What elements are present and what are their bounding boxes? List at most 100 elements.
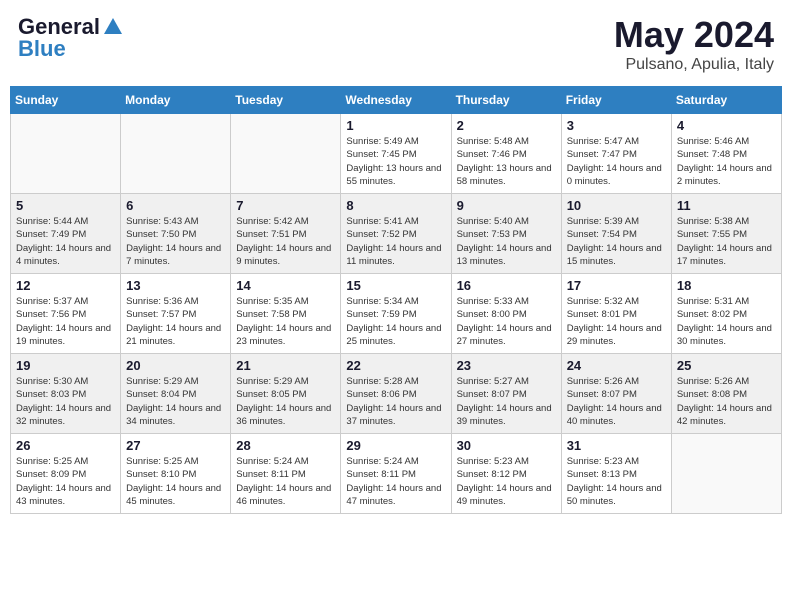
week-row-4: 19 Sunrise: 5:30 AMSunset: 8:03 PMDayligh… <box>11 354 782 434</box>
day-info: Sunrise: 5:28 AMSunset: 8:06 PMDaylight:… <box>346 375 445 428</box>
weekday-header-friday: Friday <box>561 87 671 114</box>
calendar-cell: 18 Sunrise: 5:31 AMSunset: 8:02 PMDayligh… <box>671 274 781 354</box>
calendar-cell: 2 Sunrise: 5:48 AMSunset: 7:46 PMDaylight… <box>451 114 561 194</box>
calendar-cell: 27 Sunrise: 5:25 AMSunset: 8:10 PMDayligh… <box>121 434 231 514</box>
day-info: Sunrise: 5:36 AMSunset: 7:57 PMDaylight:… <box>126 295 225 348</box>
calendar-cell: 3Sunrise: 5:47 AMSunset: 7:47 PMDaylight… <box>561 114 671 194</box>
day-number: 2 <box>457 118 556 133</box>
logo-blue: Blue <box>18 36 66 62</box>
calendar-table: SundayMondayTuesdayWednesdayThursdayFrid… <box>10 86 782 514</box>
day-info: Sunrise: 5:37 AMSunset: 7:56 PMDaylight:… <box>16 295 115 348</box>
title-block: May 2024 Pulsano, Apulia, Italy <box>614 14 774 74</box>
weekday-header-wednesday: Wednesday <box>341 87 451 114</box>
day-number: 1 <box>346 118 445 133</box>
day-info: Sunrise: 5:41 AMSunset: 7:52 PMDaylight:… <box>346 215 445 268</box>
calendar-cell: 8 Sunrise: 5:41 AMSunset: 7:52 PMDaylight… <box>341 194 451 274</box>
day-info: Sunrise: 5:32 AMSunset: 8:01 PMDaylight:… <box>567 295 666 348</box>
day-number: 22 <box>346 358 445 373</box>
week-row-5: 26 Sunrise: 5:25 AMSunset: 8:09 PMDayligh… <box>11 434 782 514</box>
calendar-cell: 11Sunrise: 5:38 AMSunset: 7:55 PMDayligh… <box>671 194 781 274</box>
calendar-cell: 12 Sunrise: 5:37 AMSunset: 7:56 PMDayligh… <box>11 274 121 354</box>
day-number: 28 <box>236 438 335 453</box>
calendar-cell: 21Sunrise: 5:29 AMSunset: 8:05 PMDayligh… <box>231 354 341 434</box>
day-info: Sunrise: 5:26 AMSunset: 8:07 PMDaylight:… <box>567 375 666 428</box>
calendar-cell <box>11 114 121 194</box>
day-info: Sunrise: 5:40 AMSunset: 7:53 PMDaylight:… <box>457 215 556 268</box>
day-number: 6 <box>126 198 225 213</box>
calendar-cell: 4Sunrise: 5:46 AMSunset: 7:48 PMDaylight… <box>671 114 781 194</box>
calendar-cell: 30Sunrise: 5:23 AMSunset: 8:12 PMDayligh… <box>451 434 561 514</box>
calendar-cell: 7 Sunrise: 5:42 AMSunset: 7:51 PMDaylight… <box>231 194 341 274</box>
day-number: 13 <box>126 278 225 293</box>
calendar-cell: 24 Sunrise: 5:26 AMSunset: 8:07 PMDayligh… <box>561 354 671 434</box>
day-number: 14 <box>236 278 335 293</box>
weekday-header-monday: Monday <box>121 87 231 114</box>
day-info: Sunrise: 5:35 AMSunset: 7:58 PMDaylight:… <box>236 295 335 348</box>
weekday-header-sunday: Sunday <box>11 87 121 114</box>
weekday-header-saturday: Saturday <box>671 87 781 114</box>
day-info: Sunrise: 5:25 AMSunset: 8:10 PMDaylight:… <box>126 455 225 508</box>
day-info: Sunrise: 5:31 AMSunset: 8:02 PMDaylight:… <box>677 295 776 348</box>
month-title: May 2024 <box>614 14 774 56</box>
calendar-cell: 15 Sunrise: 5:34 AMSunset: 7:59 PMDayligh… <box>341 274 451 354</box>
page-header: General Blue May 2024 Pulsano, Apulia, I… <box>10 10 782 78</box>
day-info: Sunrise: 5:29 AMSunset: 8:04 PMDaylight:… <box>126 375 225 428</box>
calendar-cell: 10 Sunrise: 5:39 AMSunset: 7:54 PMDayligh… <box>561 194 671 274</box>
day-number: 16 <box>457 278 556 293</box>
day-number: 5 <box>16 198 115 213</box>
day-number: 20 <box>126 358 225 373</box>
day-number: 31 <box>567 438 666 453</box>
calendar-cell: 5 Sunrise: 5:44 AMSunset: 7:49 PMDaylight… <box>11 194 121 274</box>
day-number: 27 <box>126 438 225 453</box>
weekday-header-tuesday: Tuesday <box>231 87 341 114</box>
calendar-cell: 28 Sunrise: 5:24 AMSunset: 8:11 PMDayligh… <box>231 434 341 514</box>
day-info: Sunrise: 5:43 AMSunset: 7:50 PMDaylight:… <box>126 215 225 268</box>
calendar-cell: 9 Sunrise: 5:40 AMSunset: 7:53 PMDaylight… <box>451 194 561 274</box>
day-info: Sunrise: 5:24 AMSunset: 8:11 PMDaylight:… <box>236 455 335 508</box>
day-info: Sunrise: 5:48 AMSunset: 7:46 PMDaylight:… <box>457 135 556 188</box>
day-number: 12 <box>16 278 115 293</box>
day-number: 10 <box>567 198 666 213</box>
calendar-cell: 1Sunrise: 5:49 AMSunset: 7:45 PMDaylight… <box>341 114 451 194</box>
header-row: SundayMondayTuesdayWednesdayThursdayFrid… <box>11 87 782 114</box>
day-info: Sunrise: 5:30 AMSunset: 8:03 PMDaylight:… <box>16 375 115 428</box>
calendar-cell: 22 Sunrise: 5:28 AMSunset: 8:06 PMDayligh… <box>341 354 451 434</box>
day-info: Sunrise: 5:34 AMSunset: 7:59 PMDaylight:… <box>346 295 445 348</box>
day-number: 18 <box>677 278 776 293</box>
location-title: Pulsano, Apulia, Italy <box>614 56 774 74</box>
weekday-header-thursday: Thursday <box>451 87 561 114</box>
day-info: Sunrise: 5:25 AMSunset: 8:09 PMDaylight:… <box>16 455 115 508</box>
day-info: Sunrise: 5:23 AMSunset: 8:12 PMDaylight:… <box>457 455 556 508</box>
calendar-cell: 20 Sunrise: 5:29 AMSunset: 8:04 PMDayligh… <box>121 354 231 434</box>
day-number: 23 <box>457 358 556 373</box>
day-number: 7 <box>236 198 335 213</box>
day-number: 19 <box>16 358 115 373</box>
day-number: 26 <box>16 438 115 453</box>
calendar-cell: 31 Sunrise: 5:23 AMSunset: 8:13 PMDayligh… <box>561 434 671 514</box>
calendar-cell: 17 Sunrise: 5:32 AMSunset: 8:01 PMDayligh… <box>561 274 671 354</box>
calendar-cell <box>671 434 781 514</box>
day-number: 17 <box>567 278 666 293</box>
day-number: 3 <box>567 118 666 133</box>
day-info: Sunrise: 5:33 AMSunset: 8:00 PMDaylight:… <box>457 295 556 348</box>
day-number: 25 <box>677 358 776 373</box>
day-number: 29 <box>346 438 445 453</box>
day-number: 24 <box>567 358 666 373</box>
day-number: 8 <box>346 198 445 213</box>
day-info: Sunrise: 5:42 AMSunset: 7:51 PMDaylight:… <box>236 215 335 268</box>
calendar-cell: 25Sunrise: 5:26 AMSunset: 8:08 PMDayligh… <box>671 354 781 434</box>
calendar-cell: 26 Sunrise: 5:25 AMSunset: 8:09 PMDayligh… <box>11 434 121 514</box>
day-info: Sunrise: 5:24 AMSunset: 8:11 PMDaylight:… <box>346 455 445 508</box>
day-info: Sunrise: 5:44 AMSunset: 7:49 PMDaylight:… <box>16 215 115 268</box>
day-number: 15 <box>346 278 445 293</box>
calendar-cell: 13 Sunrise: 5:36 AMSunset: 7:57 PMDayligh… <box>121 274 231 354</box>
calendar-cell: 29 Sunrise: 5:24 AMSunset: 8:11 PMDayligh… <box>341 434 451 514</box>
day-number: 4 <box>677 118 776 133</box>
day-info: Sunrise: 5:29 AMSunset: 8:05 PMDaylight:… <box>236 375 335 428</box>
day-info: Sunrise: 5:23 AMSunset: 8:13 PMDaylight:… <box>567 455 666 508</box>
calendar-cell: 19 Sunrise: 5:30 AMSunset: 8:03 PMDayligh… <box>11 354 121 434</box>
day-number: 9 <box>457 198 556 213</box>
day-info: Sunrise: 5:38 AMSunset: 7:55 PMDaylight:… <box>677 215 776 268</box>
day-info: Sunrise: 5:39 AMSunset: 7:54 PMDaylight:… <box>567 215 666 268</box>
logo-icon <box>102 16 124 38</box>
